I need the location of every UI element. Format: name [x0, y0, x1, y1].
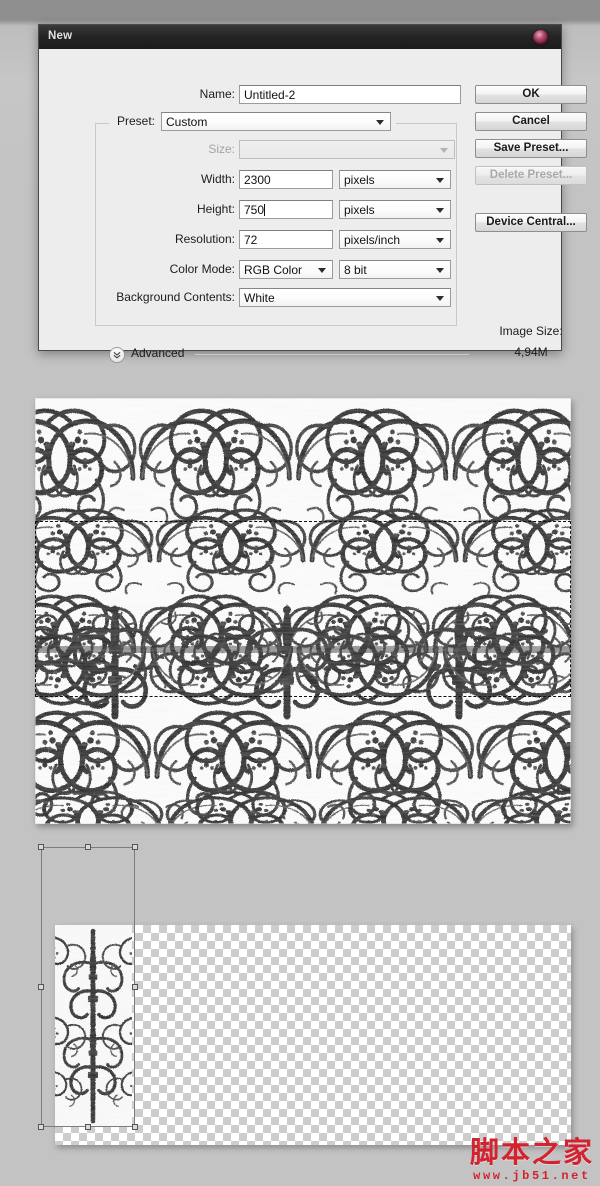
- advanced-divider: [195, 354, 469, 355]
- height-input[interactable]: 750: [239, 200, 333, 219]
- image-size-label: Image Size:: [499, 324, 563, 338]
- chevron-down-icon: [376, 120, 384, 125]
- document-canvas-ornament-photo[interactable]: [35, 398, 571, 824]
- transform-handle-top-center[interactable]: [85, 844, 91, 850]
- size-label: Size:: [208, 142, 235, 156]
- height-unit-value: pixels: [344, 203, 375, 217]
- layer-canvas-transparent[interactable]: [55, 925, 571, 1145]
- width-unit-value: pixels: [344, 173, 375, 187]
- height-input-value: 750: [244, 203, 265, 217]
- resolution-label: Resolution:: [174, 232, 235, 246]
- chevron-down-icon: [436, 296, 444, 301]
- delete-preset-button[interactable]: Delete Preset...: [475, 166, 587, 185]
- advanced-label: Advanced: [131, 346, 185, 360]
- image-size-value: 4,94M: [514, 345, 548, 359]
- chevron-double-down-glyph: [113, 352, 121, 359]
- background-contents-label: Background Contents:: [116, 290, 235, 304]
- preset-select-value: Custom: [166, 115, 208, 129]
- preset-label: Preset:: [116, 114, 155, 128]
- color-mode-value: RGB Color: [244, 263, 303, 277]
- resolution-input-value: 72: [244, 233, 258, 247]
- text-caret: [264, 204, 266, 216]
- name-input[interactable]: Untitled-2: [239, 85, 461, 104]
- preset-fieldset-top-right-rule: [396, 123, 457, 124]
- name-label: Name:: [199, 87, 235, 101]
- cancel-button[interactable]: Cancel: [475, 112, 587, 131]
- transform-handle-top-right[interactable]: [132, 844, 138, 850]
- save-preset-button[interactable]: Save Preset...: [475, 139, 587, 158]
- height-label: Height:: [196, 202, 235, 216]
- chevron-double-down-icon[interactable]: [109, 347, 125, 363]
- name-input-value: Untitled-2: [244, 88, 296, 102]
- width-label: Width:: [200, 172, 235, 186]
- color-mode-label: Color Mode:: [169, 262, 235, 276]
- resolution-unit-value: pixels/inch: [344, 233, 401, 247]
- transform-handle-bottom-center[interactable]: [85, 1124, 91, 1130]
- chevron-down-icon: [440, 148, 448, 153]
- ok-button[interactable]: OK: [475, 85, 587, 104]
- bit-depth-value: 8 bit: [344, 263, 367, 277]
- layer-ornament-artwork: [55, 925, 132, 1127]
- dialog-titlebar[interactable]: New: [39, 25, 561, 50]
- background-contents-select[interactable]: White: [239, 288, 451, 307]
- ornament-artwork: [35, 398, 571, 824]
- close-icon[interactable]: [533, 30, 548, 45]
- chevron-down-icon: [436, 268, 444, 273]
- resolution-unit-select[interactable]: pixels/inch: [339, 230, 451, 249]
- transform-handle-bottom-right[interactable]: [132, 1124, 138, 1130]
- device-central-button[interactable]: Device Central...: [475, 213, 587, 232]
- chevron-down-icon: [436, 238, 444, 243]
- transform-handle-top-left[interactable]: [38, 844, 44, 850]
- width-input-value: 2300: [244, 173, 271, 187]
- color-mode-select[interactable]: RGB Color: [239, 260, 333, 279]
- transform-handle-middle-right[interactable]: [132, 984, 138, 990]
- layer-ornament-thumbnail: [55, 925, 132, 1127]
- width-input[interactable]: 2300: [239, 170, 333, 189]
- chevron-down-icon: [436, 178, 444, 183]
- preset-select[interactable]: Custom: [161, 112, 391, 131]
- bit-depth-select[interactable]: 8 bit: [339, 260, 451, 279]
- size-select[interactable]: [239, 140, 455, 159]
- resolution-input[interactable]: 72: [239, 230, 333, 249]
- chevron-down-icon: [318, 268, 326, 273]
- width-unit-select[interactable]: pixels: [339, 170, 451, 189]
- chevron-down-icon: [436, 208, 444, 213]
- dialog-body: Name: Untitled-2 Preset: Custom Size: Wi…: [39, 49, 587, 363]
- background-contents-value: White: [244, 291, 275, 305]
- new-document-dialog[interactable]: New Name: Untitled-2 Preset: Custom Size…: [38, 24, 587, 363]
- dialog-title: New: [48, 30, 73, 42]
- transform-handle-bottom-left[interactable]: [38, 1124, 44, 1130]
- height-unit-select[interactable]: pixels: [339, 200, 451, 219]
- transform-handle-middle-left[interactable]: [38, 984, 44, 990]
